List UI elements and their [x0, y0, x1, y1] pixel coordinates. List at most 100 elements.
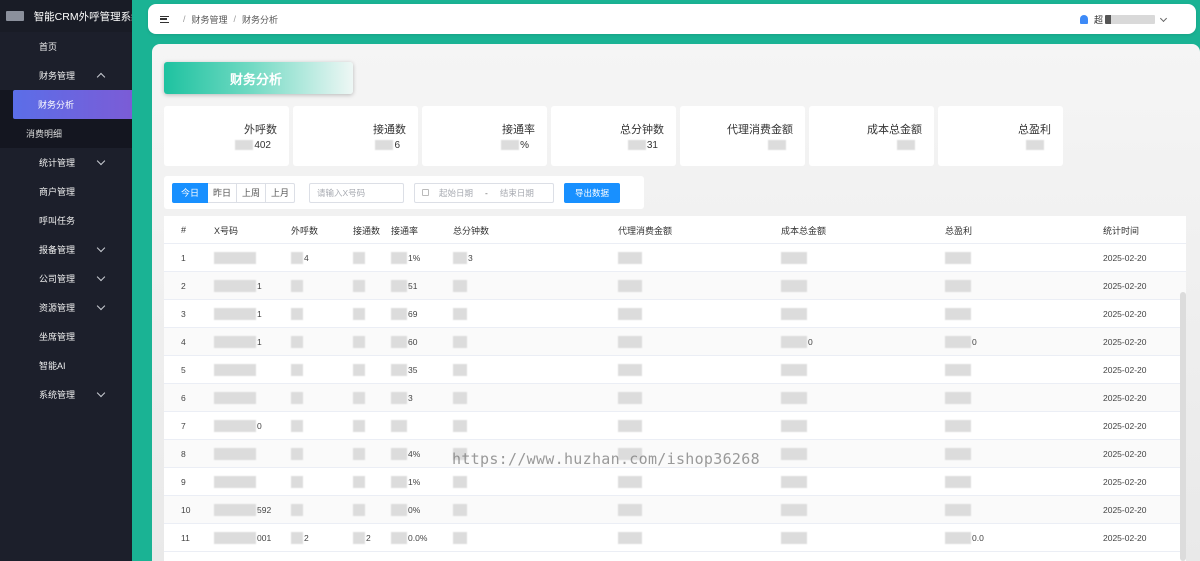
table-row[interactable]: 11 001 2 2 0.0% 0.0 2025-02-20 [164, 524, 1186, 552]
table-row[interactable]: 4 1 60 0 0 2025-02-20 [164, 328, 1186, 356]
redacted-block [453, 532, 467, 544]
redacted-block [781, 420, 807, 432]
column-header[interactable]: 总盈利 [945, 216, 972, 244]
table-cell [291, 272, 304, 300]
table-row[interactable]: 10 592 0% 2025-02-20 [164, 496, 1186, 524]
export-button[interactable]: 导出数据 [564, 182, 620, 203]
table-cell-text: 35 [408, 365, 418, 375]
table-cell: 1 [214, 272, 262, 300]
table-cell [945, 244, 972, 272]
column-header[interactable]: 总分钟数 [453, 216, 489, 244]
sidebar-item-system[interactable]: 系统管理 [0, 380, 132, 409]
sidebar-item-seat[interactable]: 坐席管理 [0, 322, 132, 351]
table-cell [291, 328, 304, 356]
range-tab[interactable]: 今日 [172, 182, 208, 203]
table-cell [214, 244, 257, 272]
redacted-block [214, 448, 256, 460]
sidebar-subitem-consumption[interactable]: 消费明细 [0, 119, 132, 148]
table-row[interactable]: 9 1% 2025-02-20 [164, 468, 1186, 496]
redacted-block [291, 532, 303, 544]
range-tab[interactable]: 上周 [237, 182, 266, 203]
table-cell-text: 3 [408, 393, 413, 403]
sidebar-item-label: 呼叫任务 [39, 216, 76, 226]
table-scrollbar[interactable] [1180, 292, 1186, 561]
table-cell: 1% [391, 468, 420, 496]
redacted-block [291, 364, 303, 376]
sidebar-item-home[interactable]: 首页 [0, 32, 132, 61]
redacted-block [353, 336, 365, 348]
sidebar-item-resource[interactable]: 资源管理 [0, 293, 132, 322]
bell-icon[interactable] [1079, 15, 1088, 24]
redacted-block [618, 336, 642, 348]
column-header[interactable]: X号码 [214, 216, 238, 244]
redacted-block [945, 252, 971, 264]
redacted-block [945, 532, 971, 544]
start-date-field[interactable]: 起始日期 [439, 187, 473, 199]
date-range-picker[interactable]: 起始日期 - 结束日期 [414, 182, 554, 203]
sidebar-subitem-finance-analysis[interactable]: 财务分析 [13, 90, 132, 119]
table-cell [781, 384, 808, 412]
stat-value [1026, 140, 1045, 151]
table-cell: 2025-02-20 [1103, 468, 1146, 496]
redacted-block [353, 280, 365, 292]
table-cell [781, 300, 808, 328]
x-number-input[interactable]: 请输入X号码 [309, 182, 404, 203]
stat-label: 总分钟数 [620, 124, 664, 136]
table-row[interactable]: 5 35 2025-02-20 [164, 356, 1186, 384]
table-cell-text: 001 [257, 533, 272, 543]
logo-icon [6, 11, 24, 21]
user-menu[interactable]: 超 [1079, 13, 1168, 26]
redacted-block [897, 140, 915, 151]
redacted-block [391, 280, 407, 292]
column-header[interactable]: 统计时间 [1103, 216, 1139, 244]
sidebar-item-call-task[interactable]: 呼叫任务 [0, 206, 132, 235]
sidebar-item-finance[interactable]: 财务管理 [0, 61, 132, 90]
sidebar-item-company[interactable]: 公司管理 [0, 264, 132, 293]
redacted-block [214, 476, 256, 488]
app-logo-row: 智能CRM外呼管理系统 [0, 0, 132, 32]
end-date-field[interactable]: 结束日期 [500, 187, 534, 199]
column-header[interactable]: 外呼数 [291, 216, 318, 244]
table-cell-text: 69 [408, 309, 418, 319]
range-tab[interactable]: 上月 [266, 182, 295, 203]
sidebar-item-merchant[interactable]: 商户管理 [0, 177, 132, 206]
table-cell-text: 2025-02-20 [1103, 533, 1147, 543]
table-cell: 5 [181, 356, 186, 384]
table-cell-text: 2025-02-20 [1103, 449, 1147, 459]
column-header[interactable]: # [181, 216, 186, 244]
stat-label: 外呼数 [244, 124, 277, 136]
redacted-block [375, 140, 394, 151]
table-cell-text: 0 [257, 421, 262, 431]
table-cell: 0% [391, 496, 420, 524]
table-cell [214, 384, 257, 412]
table-cell [214, 468, 257, 496]
sidebar-item-stats[interactable]: 统计管理 [0, 148, 132, 177]
table-cell [453, 496, 468, 524]
table-row[interactable]: 7 0 2025-02-20 [164, 412, 1186, 440]
column-header[interactable]: 接通率 [391, 216, 418, 244]
table-cell [781, 412, 808, 440]
range-tab[interactable]: 昨日 [208, 182, 237, 203]
redacted-block [235, 140, 254, 151]
stat-card: 接通数 6 [293, 106, 418, 166]
sidebar: 智能CRM外呼管理系统 首页 财务管理 财务分析 消费明细 统计管理 商户管理呼叫任务报备… [0, 0, 132, 561]
column-header[interactable]: 成本总金额 [781, 216, 826, 244]
table-cell [945, 412, 972, 440]
table-cell-text: 2025-02-20 [1103, 365, 1147, 375]
column-header[interactable]: 代理消费金额 [618, 216, 672, 244]
table-cell: 4 [181, 328, 186, 356]
menu-toggle-icon[interactable] [160, 15, 169, 23]
table-row[interactable]: 6 3 2025-02-20 [164, 384, 1186, 412]
table-cell: 60 [391, 328, 417, 356]
table-row[interactable]: 1 4 1% 3 2025-02-20 [164, 244, 1186, 272]
table-cell [945, 384, 972, 412]
table-cell: 4% [391, 440, 420, 468]
column-header[interactable]: 接通数 [353, 216, 380, 244]
table-row[interactable]: 3 1 69 2025-02-20 [164, 300, 1186, 328]
table-row[interactable]: 2 1 51 2025-02-20 [164, 272, 1186, 300]
redacted-block [214, 308, 256, 320]
breadcrumb-item-finance[interactable]: 财务管理 [192, 13, 228, 26]
sidebar-item-report[interactable]: 报备管理 [0, 235, 132, 264]
sidebar-item-ai[interactable]: 智能AI [0, 351, 132, 380]
chevron-down-icon[interactable] [1159, 14, 1168, 22]
